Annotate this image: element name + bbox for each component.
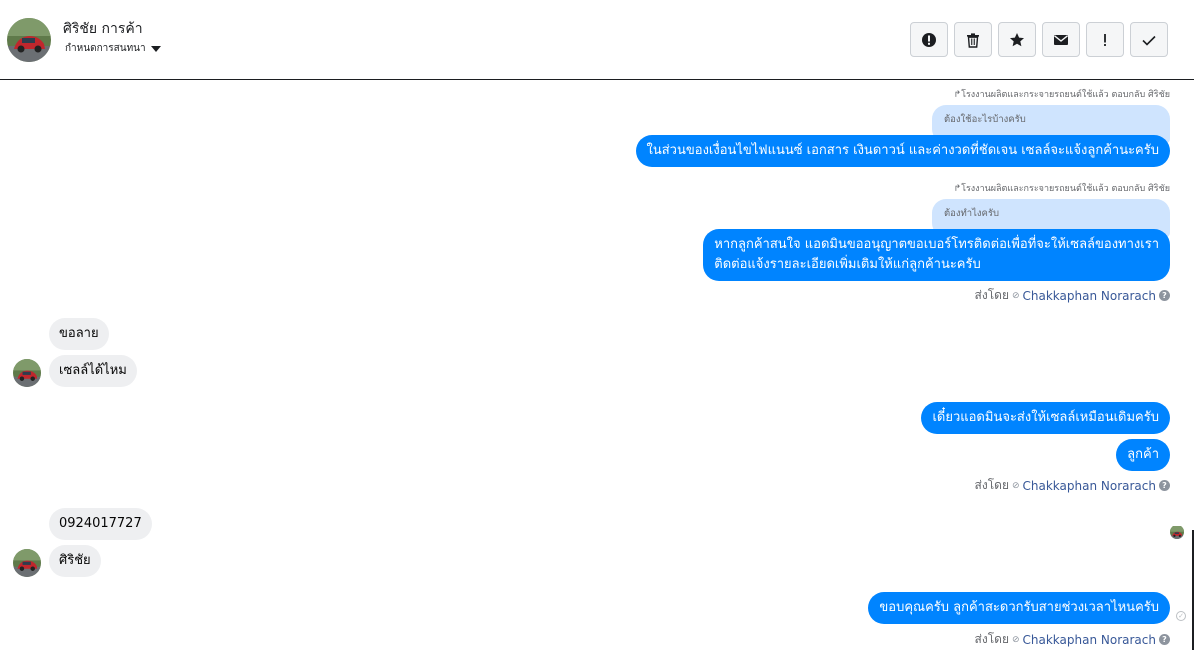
mark-done-button[interactable] [1130,22,1168,57]
assign-conversation-dropdown[interactable]: กำหนดการสนทนา [65,41,161,56]
sent-by-label: ส่งโดย [974,478,1009,492]
conversation-toolbar [910,22,1168,57]
contact-name[interactable]: ศิริชัย การค้า [63,18,143,40]
delivered-check-icon: ✓ [1176,611,1186,621]
exclamation-icon [1104,33,1106,46]
star-icon [1010,32,1024,46]
sent-by-line: ส่งโดย ⊘ Chakkaphan Norarach ? [975,286,1170,305]
incoming-message[interactable]: ขอลาย [49,318,109,350]
alert-circle-icon [922,32,936,47]
help-icon[interactable]: ? [1159,634,1170,645]
contact-avatar-small [13,549,41,577]
mark-important-button[interactable] [1086,22,1124,57]
seen-indicator-avatar [1170,525,1184,539]
chevron-down-icon [150,46,161,52]
reply-arrow-icon: ↱ [953,184,962,194]
sent-by-label: ส่งโดย [974,632,1009,646]
email-button[interactable] [1042,22,1080,57]
help-icon[interactable]: ? [1159,290,1170,301]
outgoing-message[interactable]: ลูกค้า [1116,439,1170,471]
help-icon[interactable]: ? [1159,480,1170,491]
assign-label: กำหนดการสนทนา [65,43,146,54]
trash-icon [967,32,979,48]
sent-by-label: ส่งโดย [974,288,1009,302]
agent-name[interactable]: Chakkaphan Norarach [1023,633,1156,647]
envelope-icon [1054,34,1068,45]
conversation-header: ศิริชัย การค้า กำหนดการสนทนา [0,0,1194,80]
agent-icon: ⊘ [1011,634,1020,645]
contact-avatar[interactable] [7,18,51,62]
incoming-message[interactable]: ศิริชัย [49,545,101,577]
mark-spam-button[interactable] [910,22,948,57]
agent-icon: ⊘ [1011,480,1020,491]
outgoing-message[interactable]: หากลูกค้าสนใจ แอดมินขออนุญาตขอเบอร์โทรติ… [703,229,1170,281]
agent-name[interactable]: Chakkaphan Norarach [1023,289,1156,303]
reply-arrow-icon: ↱ [953,90,962,100]
star-button[interactable] [998,22,1036,57]
checkmark-icon [1142,35,1156,46]
incoming-message[interactable]: เซลล์ได้ไหม [49,355,137,387]
reply-context: ↱โรงงานผลิตและกระจายรถยนต์ใช้แล้ว ตอบกลั… [953,184,1170,194]
message-line: ติดต่อแจ้งรายละเอียดเพิ่มเติมให้แก่ลูกค้… [714,257,981,272]
sent-by-line: ส่งโดย ⊘ Chakkaphan Norarach ? [975,630,1170,649]
outgoing-message[interactable]: ขอบคุณครับ ลูกค้าสะดวกรับสายช่วงเวลาไหนค… [868,592,1170,624]
message-line: หากลูกค้าสนใจ แอดมินขออนุญาตขอเบอร์โทรติ… [714,237,1159,252]
agent-icon: ⊘ [1011,290,1020,301]
contact-avatar-small [13,359,41,387]
outgoing-message[interactable]: เดี๋ยวแอดมินจะส่งให้เซลล์เหมือนเดิมครับ [921,402,1170,434]
delete-button[interactable] [954,22,992,57]
sent-by-line: ส่งโดย ⊘ Chakkaphan Norarach ? [975,476,1170,495]
incoming-message[interactable]: 0924017727 [49,508,152,540]
agent-name[interactable]: Chakkaphan Norarach [1023,479,1156,493]
message-thread: ↱โรงงานผลิตและกระจายรถยนต์ใช้แล้ว ตอบกลั… [0,81,1194,672]
reply-context: ↱โรงงานผลิตและกระจายรถยนต์ใช้แล้ว ตอบกลั… [953,90,1170,100]
outgoing-message[interactable]: ในส่วนของเงื่อนไขไฟแนนซ์ เอกสาร เงินดาวน… [635,135,1170,167]
